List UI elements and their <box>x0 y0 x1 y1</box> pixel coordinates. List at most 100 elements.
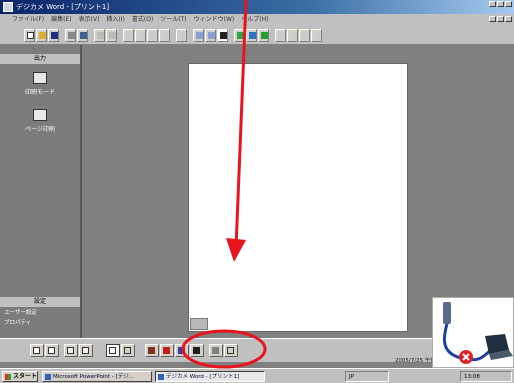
layout-double-button[interactable] <box>45 344 59 357</box>
new-doc-icon <box>27 32 34 39</box>
menu-view[interactable]: 表示(V) <box>79 15 100 25</box>
text-icon <box>237 32 244 39</box>
refresh-button[interactable] <box>258 29 269 42</box>
cut-button[interactable] <box>94 29 105 42</box>
panel-item-print-mode[interactable]: 印刷モード <box>0 72 80 96</box>
refresh-icon <box>261 32 268 39</box>
menu-format[interactable]: 書式(O) <box>132 15 153 25</box>
page-next-icon <box>302 32 309 39</box>
frame-icon <box>109 347 116 354</box>
cut-icon <box>97 32 104 39</box>
menu-file[interactable]: ファイル(F) <box>12 15 44 25</box>
pen-button[interactable] <box>145 344 159 357</box>
image-icon <box>249 32 256 39</box>
redo-button[interactable] <box>135 29 146 42</box>
layout-single-button[interactable] <box>30 344 44 357</box>
zoom-icon <box>196 32 203 39</box>
pen-red-icon <box>163 347 170 354</box>
pointer-button[interactable] <box>217 29 228 42</box>
image-button[interactable] <box>246 29 257 42</box>
undo-button[interactable] <box>123 29 134 42</box>
panel-item-page-print[interactable]: ページ印刷 <box>0 109 80 133</box>
panel-item-label: ページ印刷 <box>25 126 55 133</box>
doc-minimize-icon[interactable] <box>489 16 496 22</box>
save-icon <box>51 32 58 39</box>
tray-clock: 13:08 <box>460 371 512 382</box>
flip-button[interactable] <box>159 29 170 42</box>
task-powerpoint[interactable]: Microsoft PowerPoint - [デジ... <box>42 371 152 382</box>
layout-single-icon <box>33 347 40 354</box>
left-panel: 出力 印刷モード ページ印刷 設定 ユーザー設定 プロパティ <box>0 45 82 360</box>
panel-item-label: 印刷モード <box>24 89 55 96</box>
page-next-button[interactable] <box>299 29 310 42</box>
pen-blue-button[interactable] <box>175 344 189 357</box>
toolbar <box>0 25 514 45</box>
pen-thin-button[interactable] <box>209 344 223 357</box>
doc-close-icon[interactable] <box>505 16 512 22</box>
connection-error-popup <box>432 297 514 368</box>
frame-select-button[interactable] <box>106 344 120 357</box>
pen-icon <box>148 347 155 354</box>
menu-help[interactable]: ヘルプ(H) <box>241 15 268 25</box>
frame-edit-icon <box>124 347 131 354</box>
menu-tools[interactable]: ツール(T) <box>160 15 186 25</box>
document-page[interactable] <box>188 63 408 332</box>
minimize-icon[interactable] <box>489 1 496 7</box>
doc-restore-icon[interactable] <box>497 16 504 22</box>
layout-tile-icon <box>82 347 89 354</box>
copy-button[interactable] <box>106 29 117 42</box>
pen-thin-icon <box>212 347 219 354</box>
rotate-icon <box>150 32 157 39</box>
pen-red-button[interactable] <box>160 344 174 357</box>
layout-grid-icon <box>67 347 74 354</box>
zoom-in-button[interactable] <box>193 29 204 42</box>
menu-edit[interactable]: 編集(E) <box>51 15 71 25</box>
usb-plug-icon <box>443 302 451 324</box>
page-first-button[interactable] <box>275 29 286 42</box>
maximize-icon[interactable] <box>497 1 504 7</box>
start-button[interactable]: スタート <box>2 371 38 382</box>
print-button[interactable] <box>65 29 76 42</box>
menu-insert[interactable]: 挿入(I) <box>106 15 124 25</box>
zoom-out-icon <box>208 32 215 39</box>
page-tab[interactable] <box>190 318 208 330</box>
layout-tile-button[interactable] <box>79 344 93 357</box>
text-button[interactable] <box>234 29 245 42</box>
page-prev-button[interactable] <box>287 29 298 42</box>
pen-black-icon <box>193 347 200 354</box>
app-icon[interactable] <box>3 2 13 12</box>
print-icon <box>68 32 75 39</box>
line-button[interactable] <box>176 29 187 42</box>
panel-row-properties[interactable]: プロパティ <box>4 319 76 327</box>
menu-window[interactable]: ウィンドウ(W) <box>194 15 235 25</box>
save-button[interactable] <box>48 29 59 42</box>
copy-icon <box>109 32 116 39</box>
pen-black-button[interactable] <box>190 344 204 357</box>
close-icon[interactable] <box>505 1 512 7</box>
panel-section-output: 出力 <box>0 54 80 64</box>
layout-grid-button[interactable] <box>64 344 78 357</box>
page-last-icon <box>314 32 321 39</box>
stamp-button[interactable] <box>224 344 238 357</box>
connection-illustration <box>442 302 513 364</box>
pointer-icon <box>220 32 227 39</box>
preview-button[interactable] <box>77 29 88 42</box>
printer-icon <box>33 109 47 121</box>
open-button[interactable] <box>36 29 47 42</box>
frame-edit-button[interactable] <box>121 344 135 357</box>
camera-icon <box>33 72 47 84</box>
stamp-icon <box>227 347 234 354</box>
new-doc-button[interactable] <box>24 29 35 42</box>
line-icon <box>179 32 186 39</box>
layout-double-icon <box>48 347 55 354</box>
page-first-icon <box>278 32 285 39</box>
open-icon <box>39 32 46 39</box>
panel-section-settings: 設定 <box>0 297 80 307</box>
zoom-out-button[interactable] <box>205 29 216 42</box>
rotate-button[interactable] <box>147 29 158 42</box>
panel-row-user-settings[interactable]: ユーザー設定 <box>4 309 76 317</box>
tray-ime[interactable]: JP <box>345 371 389 382</box>
page-last-button[interactable] <box>311 29 322 42</box>
window-controls <box>489 1 512 7</box>
task-digicame-word[interactable]: デジカメ Word - [プリント1] <box>155 371 265 382</box>
